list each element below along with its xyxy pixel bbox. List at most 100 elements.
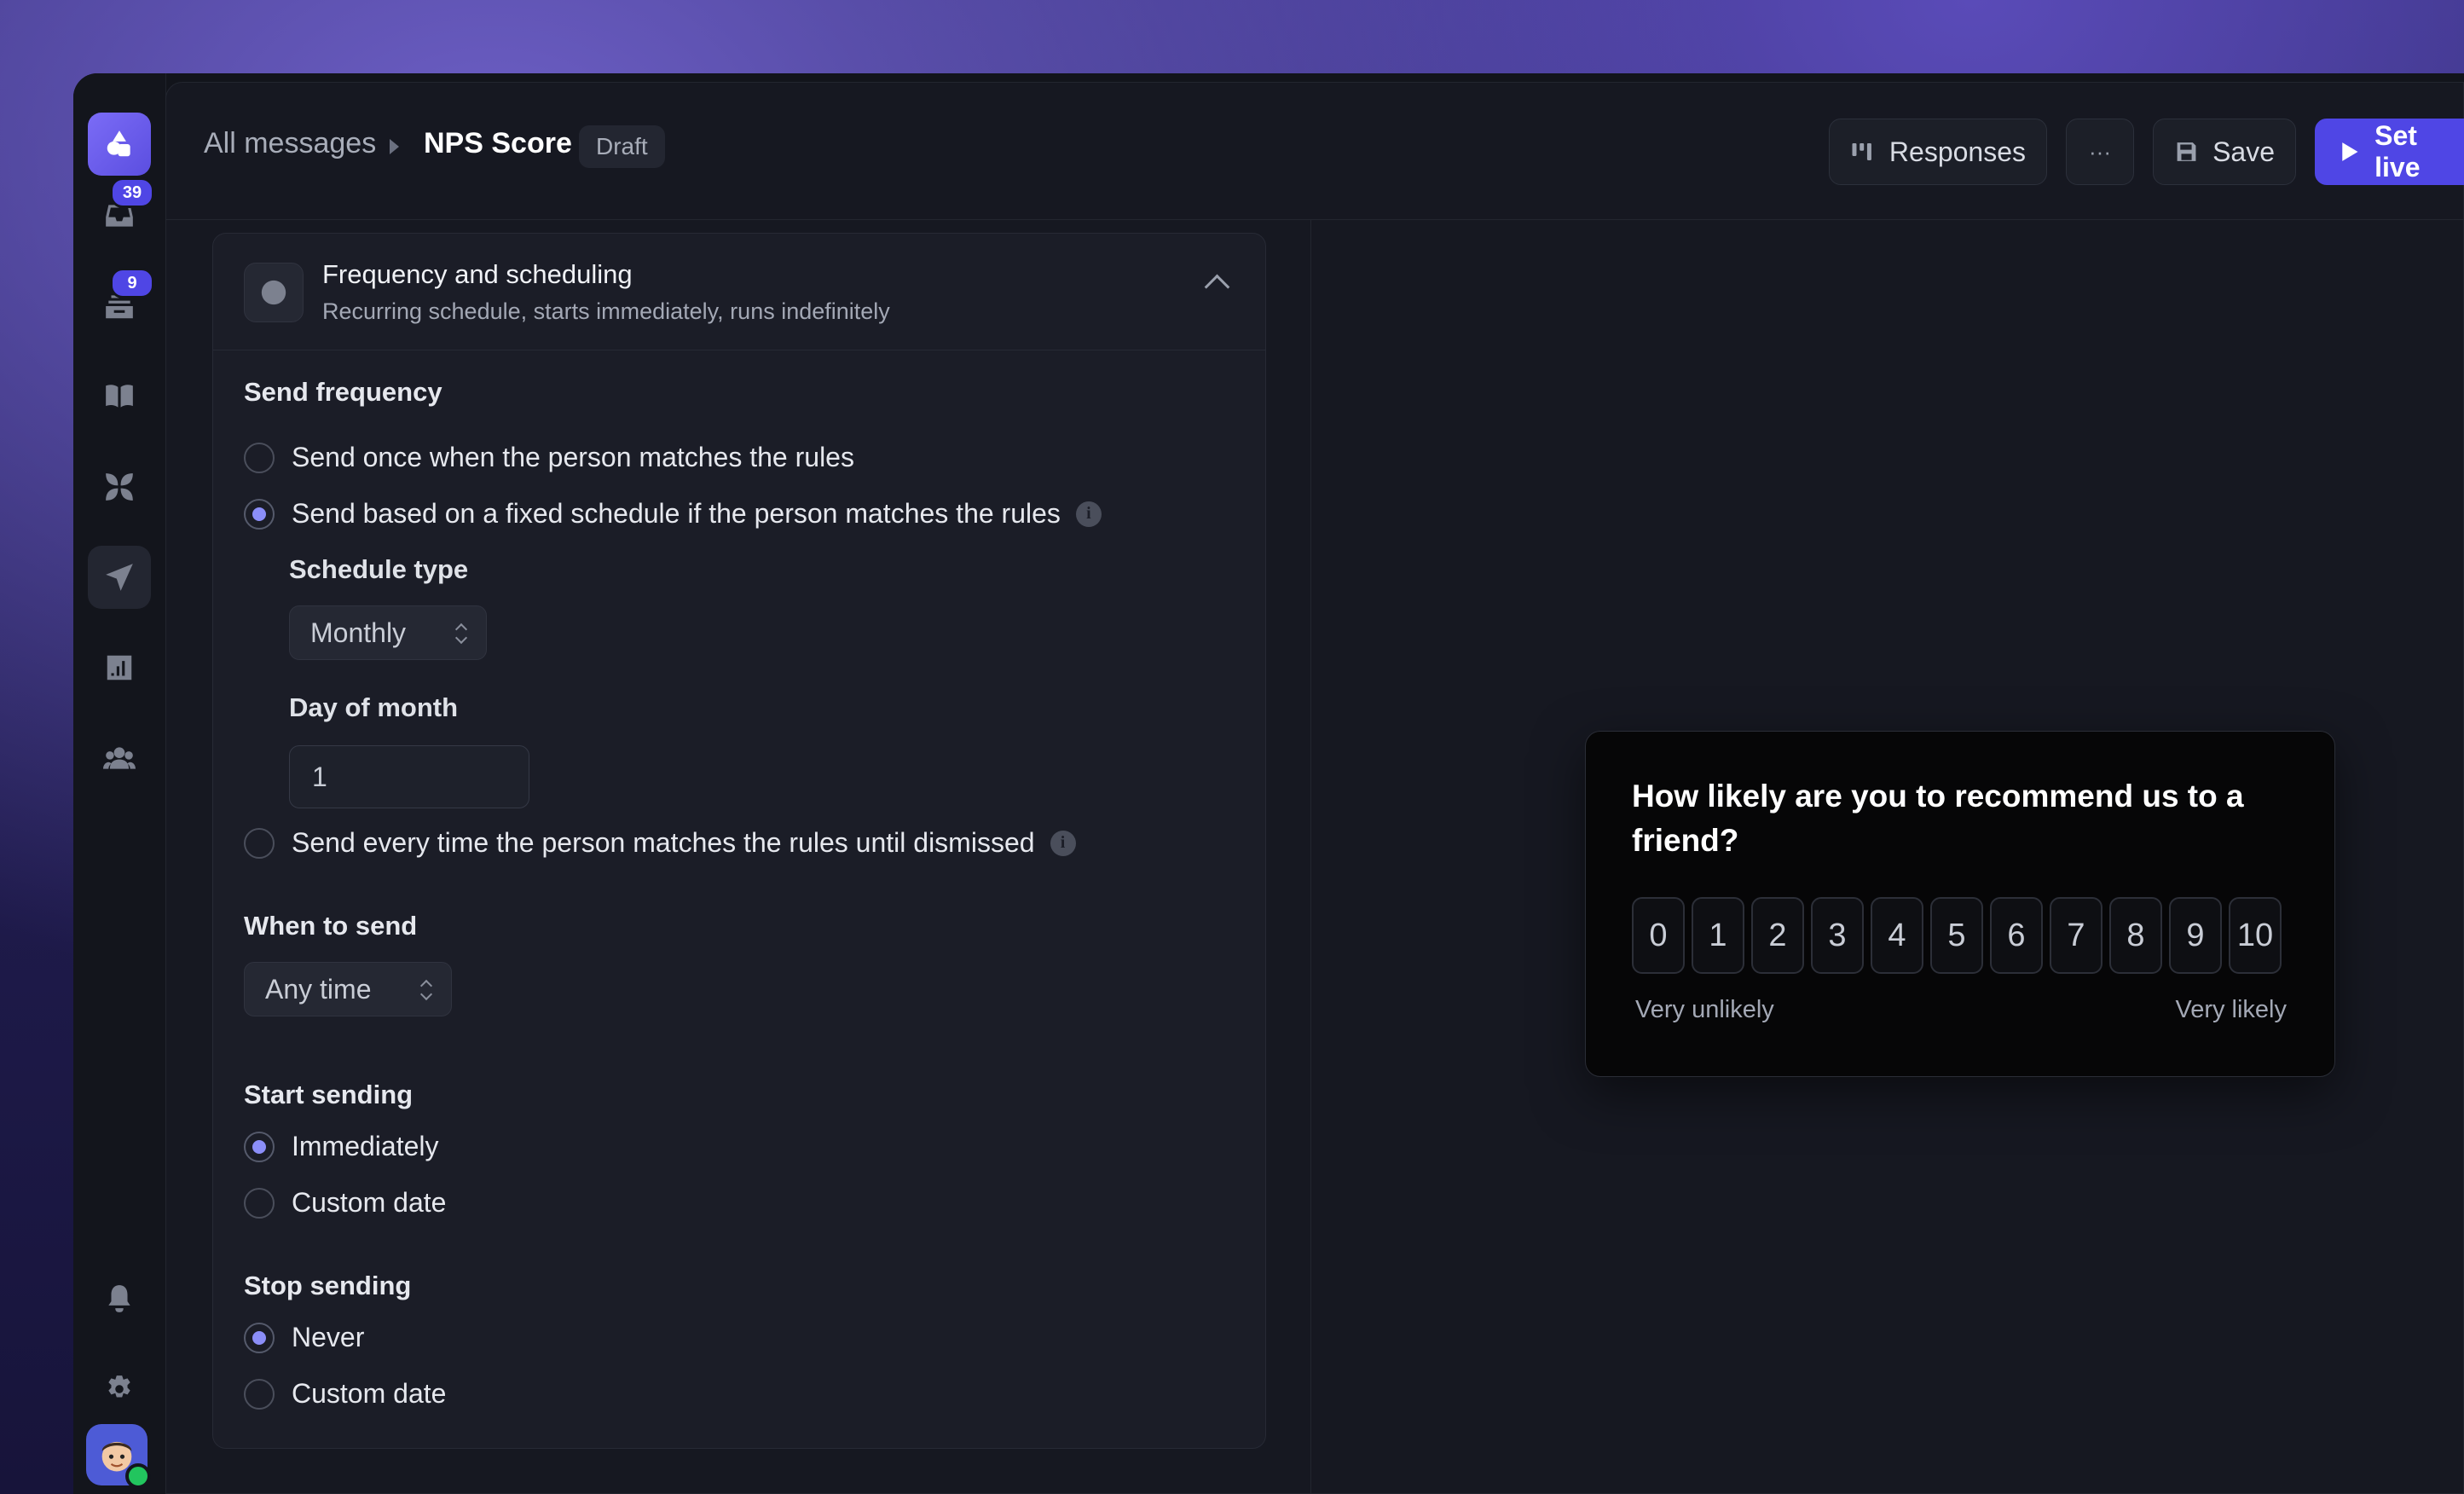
set-live-label: Set live	[2374, 120, 2421, 182]
knowledge-nav-item[interactable]	[88, 365, 151, 428]
radio-button[interactable]	[244, 1378, 275, 1410]
stop-option-label: Custom date	[292, 1378, 447, 1409]
day-of-month-value: 1	[312, 761, 327, 792]
pane-divider	[1310, 219, 1311, 1493]
start-option-label: Custom date	[292, 1187, 447, 1218]
radio-button-selected[interactable]	[244, 1131, 275, 1162]
set-live-button[interactable]: Set live	[2315, 119, 2464, 185]
play-icon	[2342, 142, 2358, 161]
outbound-nav-item[interactable]	[88, 546, 151, 609]
nps-survey-preview: How likely are you to recommend us to a …	[1585, 731, 2335, 1077]
breadcrumb-all-messages[interactable]: All messages	[204, 127, 376, 160]
save-label: Save	[2212, 136, 2275, 167]
inbox-badge: 39	[110, 177, 154, 208]
chevron-updown-icon	[455, 622, 467, 646]
gear-icon	[108, 1375, 130, 1398]
radio-button-selected[interactable]	[244, 1322, 275, 1353]
day-of-month-input[interactable]: 1	[289, 745, 529, 808]
when-to-send-select[interactable]: Any time	[244, 962, 452, 1016]
start-sending-label: Start sending	[244, 1080, 414, 1109]
freq-option-once[interactable]: Send once when the person matches the ru…	[244, 442, 854, 473]
more-options-button[interactable]: ···	[2066, 119, 2134, 185]
floppy-disk-icon	[2177, 142, 2196, 161]
chart-icon	[107, 655, 132, 680]
settings-nav-item[interactable]	[88, 1358, 151, 1421]
breadcrumb-separator-icon	[390, 139, 399, 154]
app-window: 39 9 All messages NPS Score Draft Respon…	[73, 73, 2464, 1494]
tickets-nav-item[interactable]: 9	[88, 268, 154, 338]
contacts-nav-item[interactable]	[88, 727, 151, 790]
paper-plane-icon	[106, 564, 133, 591]
schedule-type-select[interactable]: Monthly	[289, 605, 487, 660]
radio-button[interactable]	[244, 827, 275, 859]
bell-icon	[108, 1285, 130, 1312]
start-option-immediately[interactable]: Immediately	[244, 1131, 439, 1162]
panel-title: Frequency and scheduling	[322, 259, 633, 289]
clock-icon	[244, 263, 304, 322]
page-title: NPS Score	[424, 127, 572, 159]
stop-option-label: Never	[292, 1322, 365, 1352]
freq-option-label: Send every time the person matches the r…	[292, 827, 1035, 858]
nav-rail: 39 9	[73, 73, 166, 1494]
send-frequency-label: Send frequency	[244, 377, 442, 407]
nps-low-label: Very unlikely	[1635, 996, 1774, 1023]
stop-sending-label: Stop sending	[244, 1271, 412, 1300]
freq-option-fixed-schedule[interactable]: Send based on a fixed schedule if the pe…	[244, 498, 1102, 530]
online-status-dot	[125, 1463, 151, 1489]
freq-option-every-time[interactable]: Send every time the person matches the r…	[244, 827, 1076, 859]
start-option-custom-date[interactable]: Custom date	[244, 1187, 446, 1219]
user-avatar[interactable]	[86, 1424, 151, 1489]
nps-score-option[interactable]: 10	[2229, 897, 2282, 974]
book-icon	[106, 385, 133, 408]
schedule-type-value: Monthly	[310, 617, 407, 648]
when-to-send-label: When to send	[244, 911, 418, 941]
main-area: All messages NPS Score Draft Responses ·…	[165, 82, 2464, 1494]
chevron-up-icon[interactable]	[1204, 274, 1230, 300]
save-button[interactable]: Save	[2153, 119, 2296, 185]
when-to-send-value: Any time	[265, 973, 372, 1005]
radio-button[interactable]	[244, 1187, 275, 1219]
tickets-badge: 9	[110, 268, 154, 298]
stop-option-never[interactable]: Never	[244, 1322, 364, 1353]
reports-nav-item[interactable]	[88, 636, 151, 699]
nps-score-option[interactable]: 0	[1632, 897, 1685, 974]
nps-score-option[interactable]: 8	[2109, 897, 2162, 974]
more-dots-icon: ···	[2089, 138, 2111, 165]
chevron-updown-icon	[420, 978, 432, 1002]
nps-score-option[interactable]: 1	[1692, 897, 1744, 974]
freq-option-label: Send based on a fixed schedule if the pe…	[292, 498, 1061, 529]
radio-button-selected[interactable]	[244, 498, 275, 530]
stop-option-custom-date[interactable]: Custom date	[244, 1378, 446, 1410]
nps-scale: 0 1 2 3 4 5 6 7 8 9 10	[1632, 897, 2282, 974]
nps-question: How likely are you to recommend us to a …	[1632, 779, 2244, 858]
nps-score-option[interactable]: 5	[1930, 897, 1983, 974]
responses-label: Responses	[1888, 136, 2026, 167]
inbox-nav-item[interactable]: 39	[88, 177, 154, 247]
top-bar: All messages NPS Score Draft Responses ·…	[166, 83, 2464, 220]
app-logo-icon[interactable]	[88, 113, 151, 176]
status-badge: Draft	[579, 125, 665, 168]
radio-button[interactable]	[244, 442, 275, 473]
nps-score-option[interactable]: 3	[1811, 897, 1864, 974]
nps-score-option[interactable]: 6	[1990, 897, 2043, 974]
start-option-label: Immediately	[292, 1131, 439, 1161]
ai-nav-item[interactable]	[88, 455, 151, 518]
bar-chart-icon	[1852, 143, 1871, 160]
info-icon[interactable]: i	[1050, 830, 1076, 856]
nps-score-option[interactable]: 2	[1751, 897, 1804, 974]
nps-score-option[interactable]: 9	[2169, 897, 2222, 974]
people-icon	[103, 747, 136, 769]
nps-score-option[interactable]: 4	[1871, 897, 1923, 974]
nps-high-label: Very likely	[2175, 996, 2287, 1023]
freq-option-label: Send once when the person matches the ru…	[292, 442, 854, 472]
notifications-nav-item[interactable]	[88, 1267, 151, 1330]
day-of-month-label: Day of month	[289, 692, 459, 722]
responses-button[interactable]: Responses	[1829, 119, 2047, 185]
nps-score-option[interactable]: 7	[2050, 897, 2102, 974]
info-icon[interactable]: i	[1075, 501, 1102, 527]
schedule-type-label: Schedule type	[289, 554, 469, 584]
panel-header[interactable]: Frequency and scheduling Recurring sched…	[213, 234, 1265, 350]
butterfly-icon	[106, 473, 133, 501]
frequency-scheduling-panel: Frequency and scheduling Recurring sched…	[212, 233, 1266, 1449]
panel-subtitle: Recurring schedule, starts immediately, …	[322, 298, 890, 324]
